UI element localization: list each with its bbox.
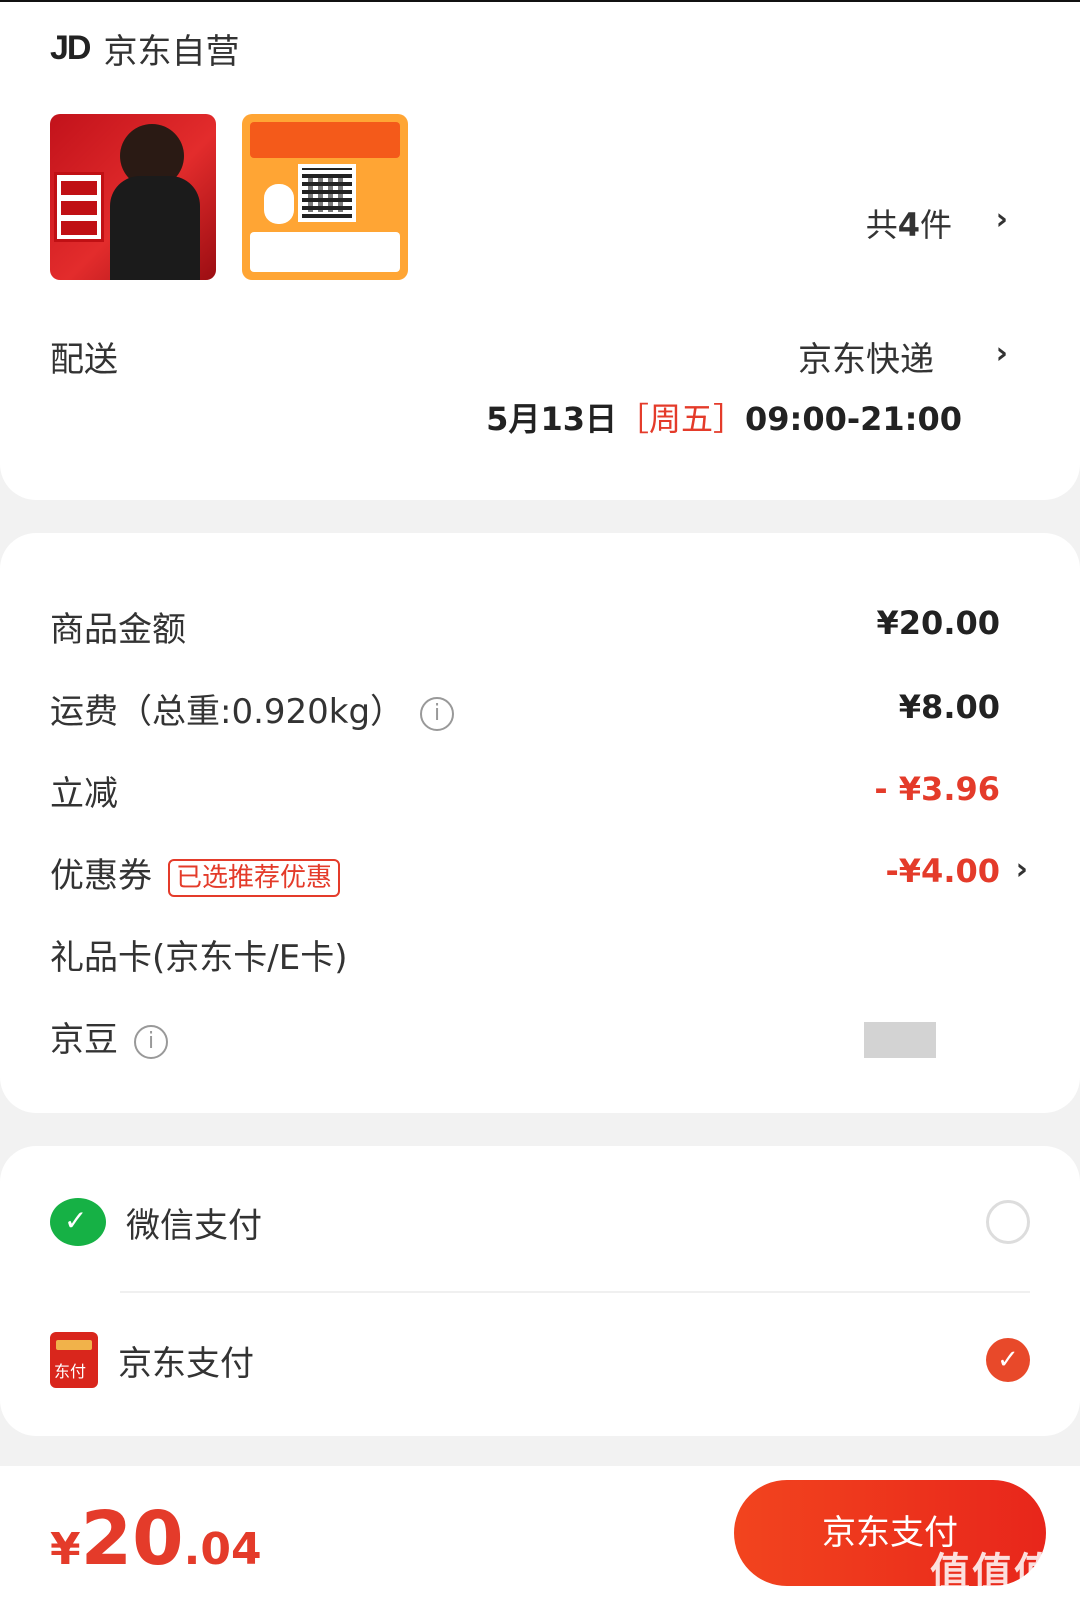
jd-pay-label: 京东支付: [118, 1343, 254, 1384]
chevron-right-icon[interactable]: ›: [996, 336, 1008, 371]
shop-card: JD 京东自营 共4件 › 配送 京东快递 › 5月13日［周五］09:00-2…: [0, 0, 1080, 500]
shop-header: JD 京东自营: [50, 24, 239, 73]
discount-value: - ¥3.96: [874, 770, 1000, 808]
discount-label: 立减: [50, 774, 118, 814]
jd-logo: JD: [50, 29, 91, 67]
wechat-pay-icon: [50, 1198, 106, 1246]
goods-amount-label: 商品金额: [50, 610, 186, 650]
chevron-right-icon[interactable]: ›: [1016, 852, 1028, 887]
shipping-fee-row: 运费（总重:0.920kg） i: [50, 684, 455, 733]
coupon-value[interactable]: -¥4.00: [886, 852, 1001, 890]
shipping-fee-value: ¥8.00: [898, 688, 1000, 726]
coupon-label: 优惠券: [50, 856, 152, 896]
coupon-row[interactable]: 优惠券 已选推荐优惠: [50, 848, 341, 897]
shop-name: 京东自营: [103, 32, 240, 72]
mascot-image: [264, 184, 294, 224]
shipping-fee-label: 运费（总重:0.920kg）: [50, 692, 405, 732]
delivery-time[interactable]: 5月13日［周五］09:00-21:00: [486, 394, 962, 440]
qr-code-image: [298, 164, 356, 222]
info-icon[interactable]: i: [134, 1024, 168, 1059]
jd-pay-option[interactable]: 东付 京东支付: [50, 1330, 254, 1390]
jingdou-value-obscured: [864, 1022, 936, 1058]
gift-card-label[interactable]: 礼品卡(京东卡/E卡): [50, 930, 347, 979]
jingdou-label: 京豆: [50, 1020, 118, 1060]
delivery-label: 配送: [50, 340, 118, 380]
jd-pay-radio-checked[interactable]: ✓: [986, 1338, 1030, 1382]
product-thumbnail[interactable]: [50, 114, 216, 280]
jingdou-row: 京豆 i: [50, 1012, 168, 1061]
divider: [120, 1291, 1030, 1293]
goods-amount-value: ¥20.00: [876, 604, 1000, 642]
coupon-badge: 已选推荐优惠: [168, 858, 341, 897]
wechat-pay-label: 微信支付: [126, 1205, 262, 1246]
watermark-url: zhizhizhi.com: [928, 1590, 1037, 1609]
delivery-method[interactable]: 京东快递: [798, 332, 934, 381]
wechat-pay-option[interactable]: 微信支付: [50, 1192, 262, 1252]
order-total: ¥20.04: [50, 1496, 262, 1582]
item-count[interactable]: 共4件: [866, 200, 952, 246]
info-icon[interactable]: i: [420, 696, 455, 731]
product-thumbnail[interactable]: [242, 114, 408, 280]
chevron-right-icon[interactable]: ›: [996, 202, 1008, 237]
wechat-pay-radio[interactable]: [986, 1200, 1030, 1244]
jd-pay-icon: 东付: [50, 1332, 98, 1388]
